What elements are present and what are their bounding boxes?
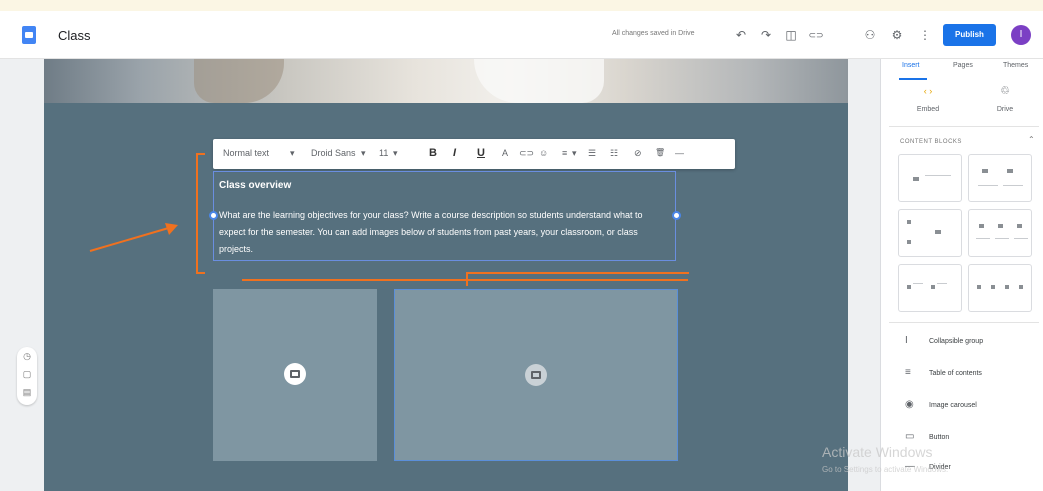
active-tab-indicator <box>899 78 927 80</box>
text-box-heading[interactable]: Class overview <box>219 180 291 191</box>
annotation-arrow <box>89 223 178 252</box>
saved-status: All changes saved in Drive <box>612 30 695 37</box>
collapsible-group-item[interactable]: I Collapsible group <box>905 335 983 346</box>
button-icon: ▭ <box>905 431 915 442</box>
insert-link-icon[interactable]: ⊂⊃ <box>519 148 534 159</box>
activate-windows-watermark: Activate Windows <box>822 444 933 460</box>
more-format-icon[interactable]: — <box>675 148 684 158</box>
add-user-icon[interactable]: ⚇ <box>860 25 880 45</box>
content-block-layout[interactable] <box>898 209 962 257</box>
redo-icon[interactable]: ↷ <box>756 25 776 45</box>
bulleted-list-icon[interactable]: ☰ <box>588 148 596 159</box>
image-placeholder[interactable] <box>213 289 377 461</box>
undo-icon[interactable]: ↶ <box>731 25 751 45</box>
duplicate-section-icon[interactable]: ▢ <box>17 365 37 383</box>
emoji-icon[interactable]: ☺ <box>539 148 548 158</box>
delete-icon[interactable]: 🗑 <box>655 148 665 157</box>
content-block-layout[interactable] <box>898 154 962 202</box>
bold-icon[interactable]: B <box>429 147 437 159</box>
preview-icon[interactable]: ◫ <box>781 25 801 45</box>
align-icon[interactable]: ≡ <box>562 148 567 158</box>
table-of-contents-item[interactable]: ≡ Table of contents <box>905 367 982 378</box>
link-icon[interactable]: ⊂⊃ <box>806 25 826 45</box>
image-placeholder-selected[interactable] <box>394 289 678 461</box>
sites-doc-icon <box>22 26 36 44</box>
text-format-toolbar: Normal text ▾ Droid Sans ▾ 11 ▾ B I U A … <box>213 139 735 169</box>
section-style-icon[interactable]: ◷ <box>17 347 37 365</box>
annotation-box <box>466 272 689 286</box>
app-bar: Class All changes saved in Drive ↶ ↷ ◫ ⊂… <box>0 11 1043 59</box>
chevron-down-icon[interactable]: ▾ <box>361 148 366 159</box>
numbered-list-icon[interactable]: ☷ <box>610 148 618 159</box>
image-carousel-item[interactable]: ◉ Image carousel <box>905 399 977 410</box>
button-item[interactable]: ▭ Button <box>905 431 949 442</box>
embed-button[interactable]: Embed <box>908 106 948 113</box>
underline-icon[interactable]: U <box>477 147 485 159</box>
publish-button[interactable]: Publish <box>943 24 996 46</box>
more-options-icon[interactable]: ⋮ <box>915 25 935 45</box>
drive-icon[interactable]: ♲ <box>990 84 1020 97</box>
header-image-shape <box>194 59 284 103</box>
item-label: Button <box>929 434 950 441</box>
paragraph-style-select[interactable]: Normal text <box>223 148 269 158</box>
add-image-icon[interactable] <box>284 363 306 385</box>
section-tools: ◷ ▢ ▤ <box>17 347 37 405</box>
image-carousel-icon: ◉ <box>905 399 914 410</box>
chevron-down-icon[interactable]: ▾ <box>393 148 398 159</box>
content-blocks-label: CONTENT BLOCKS <box>900 139 962 145</box>
settings-icon[interactable]: ⚙ <box>887 25 907 45</box>
text-box-body[interactable]: What are the learning objectives for you… <box>219 207 671 258</box>
delete-section-icon[interactable]: ▤ <box>17 383 37 401</box>
embed-icon[interactable]: ‹ › <box>913 86 943 96</box>
tab-insert[interactable]: Insert <box>902 62 920 69</box>
drive-button[interactable]: Drive <box>985 106 1025 113</box>
item-label: Collapsible group <box>929 338 984 345</box>
avatar[interactable]: I <box>1011 25 1031 45</box>
header-image-shape <box>474 59 604 103</box>
resize-handle-left[interactable] <box>209 211 218 220</box>
text-color-icon[interactable]: A <box>502 148 508 158</box>
content-block-layout[interactable] <box>968 154 1032 202</box>
italic-icon[interactable]: I <box>453 147 456 159</box>
content-block-layout[interactable] <box>968 209 1032 257</box>
top-strip <box>0 0 1043 11</box>
collapsible-group-icon: I <box>905 335 908 346</box>
chevron-down-icon[interactable]: ▾ <box>572 148 577 159</box>
annotation-bracket <box>196 272 205 274</box>
activate-windows-subtext: Go to Settings to activate Windows. <box>822 465 949 474</box>
header-image[interactable] <box>44 59 848 103</box>
content-block-layout[interactable] <box>968 264 1032 312</box>
font-size-select[interactable]: 11 <box>379 148 388 158</box>
item-label: Image carousel <box>929 402 977 409</box>
content-block-layout[interactable] <box>898 264 962 312</box>
divider <box>889 126 1039 127</box>
chevron-down-icon[interactable]: ▾ <box>290 148 295 159</box>
tab-themes[interactable]: Themes <box>1003 62 1028 69</box>
divider <box>889 322 1039 323</box>
annotation-bracket <box>196 153 205 155</box>
annotation-bracket <box>196 153 198 274</box>
resize-handle-right[interactable] <box>672 211 681 220</box>
doc-title[interactable]: Class <box>58 28 91 43</box>
font-select[interactable]: Droid Sans <box>311 148 356 158</box>
item-label: Table of contents <box>929 370 982 377</box>
collapse-icon[interactable]: ⌃ <box>1028 135 1035 144</box>
tab-pages[interactable]: Pages <box>953 62 973 69</box>
add-image-icon[interactable] <box>525 364 547 386</box>
clear-format-icon[interactable]: ⊘ <box>634 148 642 159</box>
table-of-contents-icon: ≡ <box>905 367 911 378</box>
